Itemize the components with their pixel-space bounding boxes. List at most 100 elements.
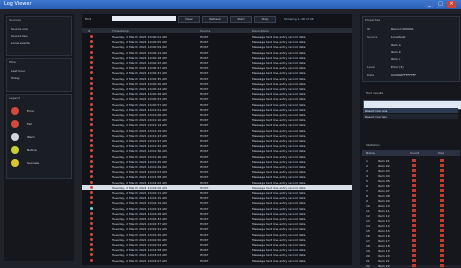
count-bar bbox=[412, 169, 416, 172]
statistics-table-header: Name Count Size bbox=[362, 150, 460, 156]
result-text: Result row two bbox=[365, 115, 388, 119]
level-icon bbox=[90, 154, 93, 158]
stats-col-size[interactable]: Size bbox=[438, 151, 444, 155]
find-results-header: Find results bbox=[366, 91, 384, 95]
sources-panel: Sources Source one Source two Local even… bbox=[6, 16, 72, 56]
legend-label: Fail bbox=[27, 122, 32, 126]
level-icon bbox=[90, 123, 93, 127]
clear-button[interactable]: Clear bbox=[178, 16, 200, 23]
stats-col-name[interactable]: Name bbox=[366, 151, 375, 155]
count-bar bbox=[412, 249, 416, 252]
level-icon bbox=[90, 243, 93, 246]
result-row[interactable]: Result row two bbox=[363, 114, 458, 119]
table-row[interactable]: Tuesday, 2 March 2021 10:03:07 AM HOST Mes… bbox=[82, 258, 352, 263]
level-icon bbox=[90, 45, 93, 49]
stop-button[interactable]: Stop bbox=[254, 16, 276, 23]
level-icon bbox=[90, 133, 93, 137]
count-bar bbox=[412, 224, 416, 227]
size-bar bbox=[440, 184, 444, 187]
count-bar bbox=[412, 209, 416, 212]
count-bar bbox=[412, 199, 416, 202]
size-bar bbox=[440, 214, 444, 217]
refresh-button[interactable]: Refresh bbox=[202, 16, 228, 23]
level-icon bbox=[90, 149, 93, 153]
filter-item[interactable]: Today bbox=[11, 76, 20, 80]
level-icon bbox=[90, 196, 93, 200]
level-icon bbox=[90, 232, 93, 236]
close-button[interactable]: × bbox=[447, 1, 456, 8]
results-count: Showing 1–48 of 48 bbox=[284, 17, 314, 21]
size-bar bbox=[440, 224, 444, 227]
table-header: # Timestamp Source Description bbox=[82, 28, 352, 33]
level-icon bbox=[90, 113, 93, 116]
prop-value: Item a bbox=[391, 43, 401, 47]
size-bar bbox=[440, 229, 444, 232]
filter-item[interactable]: Last hour bbox=[11, 69, 25, 73]
count-bar bbox=[412, 239, 416, 242]
col-timestamp-header[interactable]: Timestamp bbox=[112, 29, 129, 33]
col-source-header[interactable]: Source bbox=[200, 29, 210, 33]
sources-header: Sources bbox=[9, 18, 21, 22]
size-bar bbox=[440, 259, 444, 262]
level-icon bbox=[90, 237, 93, 241]
count-bar bbox=[412, 219, 416, 222]
prop-key: Level bbox=[367, 65, 375, 69]
notice-icon bbox=[11, 146, 19, 154]
legend-header: Legend bbox=[9, 96, 21, 100]
prop-key: Source bbox=[367, 35, 378, 39]
size-bar bbox=[440, 159, 444, 162]
level-icon bbox=[90, 258, 93, 262]
minimize-button[interactable]: _ bbox=[425, 1, 434, 8]
count-bar bbox=[412, 214, 416, 217]
maximize-button[interactable]: □ bbox=[436, 1, 445, 8]
prop-value: Record 000001 bbox=[391, 27, 414, 31]
prop-value: Error (3) bbox=[391, 65, 404, 69]
size-bar bbox=[440, 234, 444, 237]
col-description-header[interactable]: Description bbox=[252, 29, 269, 33]
properties-panel: Properties ID Record 000001 Source Local… bbox=[362, 16, 460, 82]
source-item[interactable]: Source one bbox=[11, 27, 28, 31]
count-bar bbox=[412, 264, 416, 267]
size-bar bbox=[440, 249, 444, 252]
find-label: Find bbox=[85, 17, 92, 21]
size-bar bbox=[440, 254, 444, 257]
size-bar bbox=[440, 199, 444, 202]
legend-label: Error bbox=[27, 109, 35, 113]
count-bar bbox=[412, 229, 416, 232]
level-icon bbox=[90, 139, 93, 142]
count-bar bbox=[412, 204, 416, 207]
level-icon bbox=[90, 55, 93, 59]
level-icon bbox=[90, 159, 93, 163]
level-icon bbox=[90, 66, 93, 70]
level-icon bbox=[90, 222, 93, 226]
result-row[interactable]: Result row one bbox=[363, 108, 458, 113]
fail-icon bbox=[11, 120, 19, 128]
prop-value: Item b bbox=[391, 50, 401, 54]
level-icon bbox=[90, 144, 93, 148]
filter-header: Filter bbox=[9, 60, 17, 64]
error-icon bbox=[11, 107, 19, 115]
size-bar bbox=[440, 169, 444, 172]
level-icon bbox=[90, 35, 93, 38]
properties-header: Properties bbox=[365, 18, 381, 22]
stats-row[interactable]: 22 Item 22 bbox=[362, 263, 460, 268]
stats-col-count[interactable]: Count bbox=[410, 151, 419, 155]
level-icon bbox=[90, 61, 93, 64]
size-bar bbox=[440, 189, 444, 192]
source-item[interactable]: Local events bbox=[11, 41, 30, 45]
level-icon bbox=[90, 87, 93, 90]
col-index-header[interactable]: # bbox=[88, 29, 91, 33]
count-bar bbox=[412, 254, 416, 257]
start-button[interactable]: Start bbox=[230, 16, 252, 23]
level-icon bbox=[90, 107, 93, 111]
source-item[interactable]: Source two bbox=[11, 34, 28, 38]
legend-success: Success bbox=[11, 159, 71, 168]
search-input[interactable] bbox=[112, 16, 176, 21]
level-icon bbox=[90, 40, 93, 44]
level-icon bbox=[90, 248, 93, 252]
warn-icon bbox=[11, 133, 19, 141]
size-bar bbox=[440, 209, 444, 212]
prop-value: Item c bbox=[391, 57, 401, 61]
title-bar: Log Viewer _ □ × bbox=[0, 0, 461, 9]
window-title: Log Viewer bbox=[4, 1, 32, 7]
